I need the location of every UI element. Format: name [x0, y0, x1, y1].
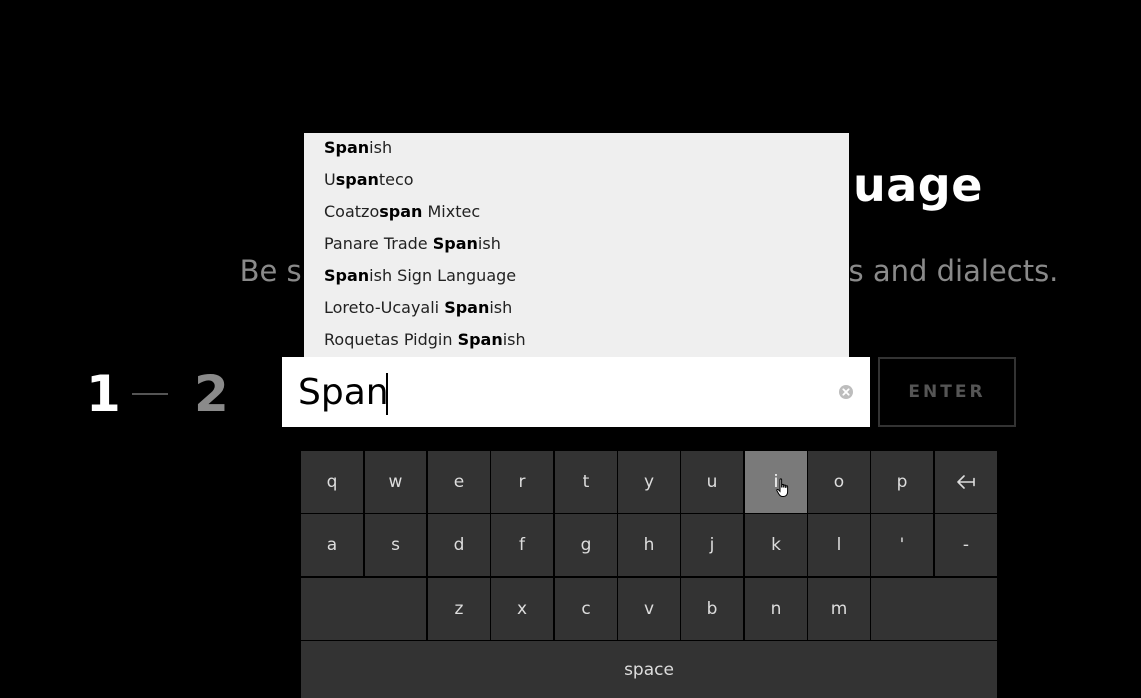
- key-c[interactable]: c: [555, 578, 617, 640]
- key-d[interactable]: d: [428, 514, 490, 576]
- language-search-box[interactable]: [282, 357, 870, 427]
- key-m[interactable]: m: [808, 578, 870, 640]
- suggestion-item[interactable]: Spanish: [304, 133, 849, 165]
- key-space[interactable]: space: [301, 641, 997, 698]
- backspace-icon: [957, 475, 975, 489]
- key-t[interactable]: t: [555, 451, 617, 513]
- key-h[interactable]: h: [618, 514, 680, 576]
- text-caret: [386, 373, 388, 415]
- key-j[interactable]: j: [681, 514, 743, 576]
- key-e[interactable]: e: [428, 451, 490, 513]
- on-screen-keyboard: q w e r t y u i o p a s d f g h j k l ' …: [301, 451, 997, 698]
- key-a[interactable]: a: [301, 514, 363, 576]
- clear-icon[interactable]: [838, 384, 854, 400]
- key-l[interactable]: l: [808, 514, 870, 576]
- enter-button[interactable]: ENTER: [878, 357, 1016, 427]
- key-v[interactable]: v: [618, 578, 680, 640]
- suggestion-item[interactable]: Roquetas Pidgin Spanish: [304, 325, 849, 357]
- key-r[interactable]: r: [491, 451, 553, 513]
- suggestion-item[interactable]: Panare Trade Spanish: [304, 229, 849, 261]
- key-z[interactable]: z: [428, 578, 490, 640]
- key-g[interactable]: g: [555, 514, 617, 576]
- suggestion-item[interactable]: Spanish Sign Language: [304, 261, 849, 293]
- key-blank-left: [301, 578, 426, 640]
- key-backspace[interactable]: [935, 451, 997, 513]
- key-apostrophe[interactable]: ': [871, 514, 933, 576]
- key-b[interactable]: b: [681, 578, 743, 640]
- key-o[interactable]: o: [808, 451, 870, 513]
- key-x[interactable]: x: [491, 578, 553, 640]
- key-hyphen[interactable]: -: [935, 514, 997, 576]
- suggestion-item[interactable]: Coatzospan Mixtec: [304, 197, 849, 229]
- language-search-input[interactable]: [298, 367, 818, 417]
- key-blank-right: [871, 578, 997, 640]
- suggestion-item[interactable]: Loreto-Ucayali Spanish: [304, 293, 849, 325]
- suggestions-dropdown: Spanish Uspanteco Coatzospan Mixtec Pana…: [304, 133, 849, 357]
- key-s[interactable]: s: [365, 514, 426, 576]
- key-k[interactable]: k: [745, 514, 807, 576]
- key-y[interactable]: y: [618, 451, 680, 513]
- step-divider: [132, 393, 168, 395]
- key-n[interactable]: n: [745, 578, 807, 640]
- step-current: 1: [86, 365, 121, 423]
- key-f[interactable]: f: [491, 514, 553, 576]
- hand-pointer-icon: [776, 478, 789, 497]
- key-p[interactable]: p: [871, 451, 933, 513]
- step-next: 2: [194, 365, 229, 423]
- suggestion-item[interactable]: Uspanteco: [304, 165, 849, 197]
- key-u[interactable]: u: [681, 451, 743, 513]
- key-w[interactable]: w: [365, 451, 426, 513]
- key-q[interactable]: q: [301, 451, 363, 513]
